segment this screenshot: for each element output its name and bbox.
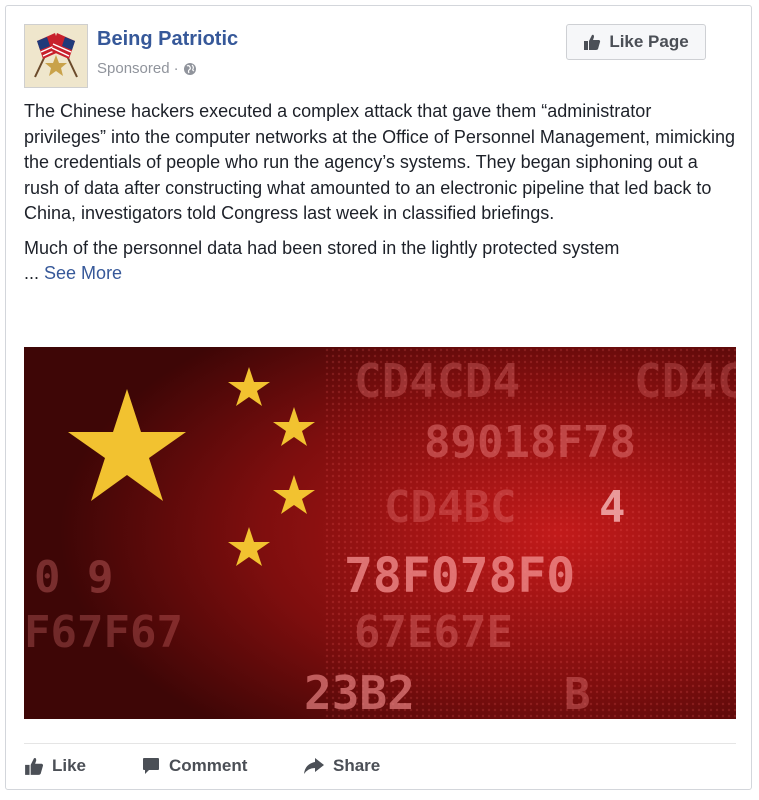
svg-text:CD4BC: CD4BC	[384, 482, 516, 533]
svg-text:CD4CD4: CD4CD4	[354, 354, 520, 408]
svg-text:23B2: 23B2	[304, 666, 415, 719]
sponsored-label[interactable]: Sponsored	[97, 60, 170, 77]
post-body: The Chinese hackers executed a complex a…	[24, 99, 736, 296]
like-button[interactable]: Like	[24, 754, 86, 778]
page-avatar[interactable]	[24, 24, 88, 88]
thumbs-up-icon	[25, 757, 44, 775]
sponsored-post-card: Being Patriotic Sponsored · Like Page Th…	[5, 5, 752, 790]
thumbs-up-icon	[584, 34, 601, 50]
see-more-link[interactable]: See More	[44, 263, 122, 283]
comment-label: Comment	[169, 756, 248, 775]
share-arrow-icon	[304, 758, 324, 774]
post-paragraph-2-text: Much of the personnel data had been stor…	[24, 237, 620, 258]
svg-text:0 9: 0 9	[34, 552, 113, 603]
svg-text:F67F67: F67F67	[24, 607, 183, 658]
svg-text:89018F78: 89018F78	[424, 417, 636, 468]
svg-text:B: B	[564, 669, 591, 719]
post-paragraph-1: The Chinese hackers executed a complex a…	[24, 101, 735, 223]
flags-avatar-icon	[25, 25, 87, 87]
post-paragraph-2: Much of the personnel data had been stor…	[24, 236, 736, 287]
ellipsis: ...	[24, 263, 40, 283]
like-page-label: Like Page	[609, 32, 689, 51]
page-name-link[interactable]: Being Patriotic	[97, 28, 238, 51]
post-image[interactable]: CD4CD4 CD4C 89018F78 CD4BC 4 78F078F0 0 …	[24, 347, 736, 719]
svg-text:CD4C: CD4C	[634, 354, 736, 408]
share-label: Share	[333, 756, 381, 775]
like-label: Like	[52, 756, 87, 775]
meta-separator: ·	[173, 60, 179, 77]
actions-divider	[24, 743, 736, 744]
china-flag-hex-code-image: CD4CD4 CD4C 89018F78 CD4BC 4 78F078F0 0 …	[24, 347, 736, 719]
share-button[interactable]: Share	[303, 754, 380, 778]
post-meta: Sponsored ·	[97, 60, 197, 77]
svg-text:67E67E: 67E67E	[354, 607, 513, 658]
globe-icon	[183, 62, 197, 76]
comment-button[interactable]: Comment	[141, 754, 247, 778]
svg-text:78F078F0: 78F078F0	[344, 548, 575, 604]
like-page-button[interactable]: Like Page	[566, 24, 706, 60]
svg-text:4: 4	[599, 482, 626, 533]
comment-icon	[143, 758, 159, 774]
